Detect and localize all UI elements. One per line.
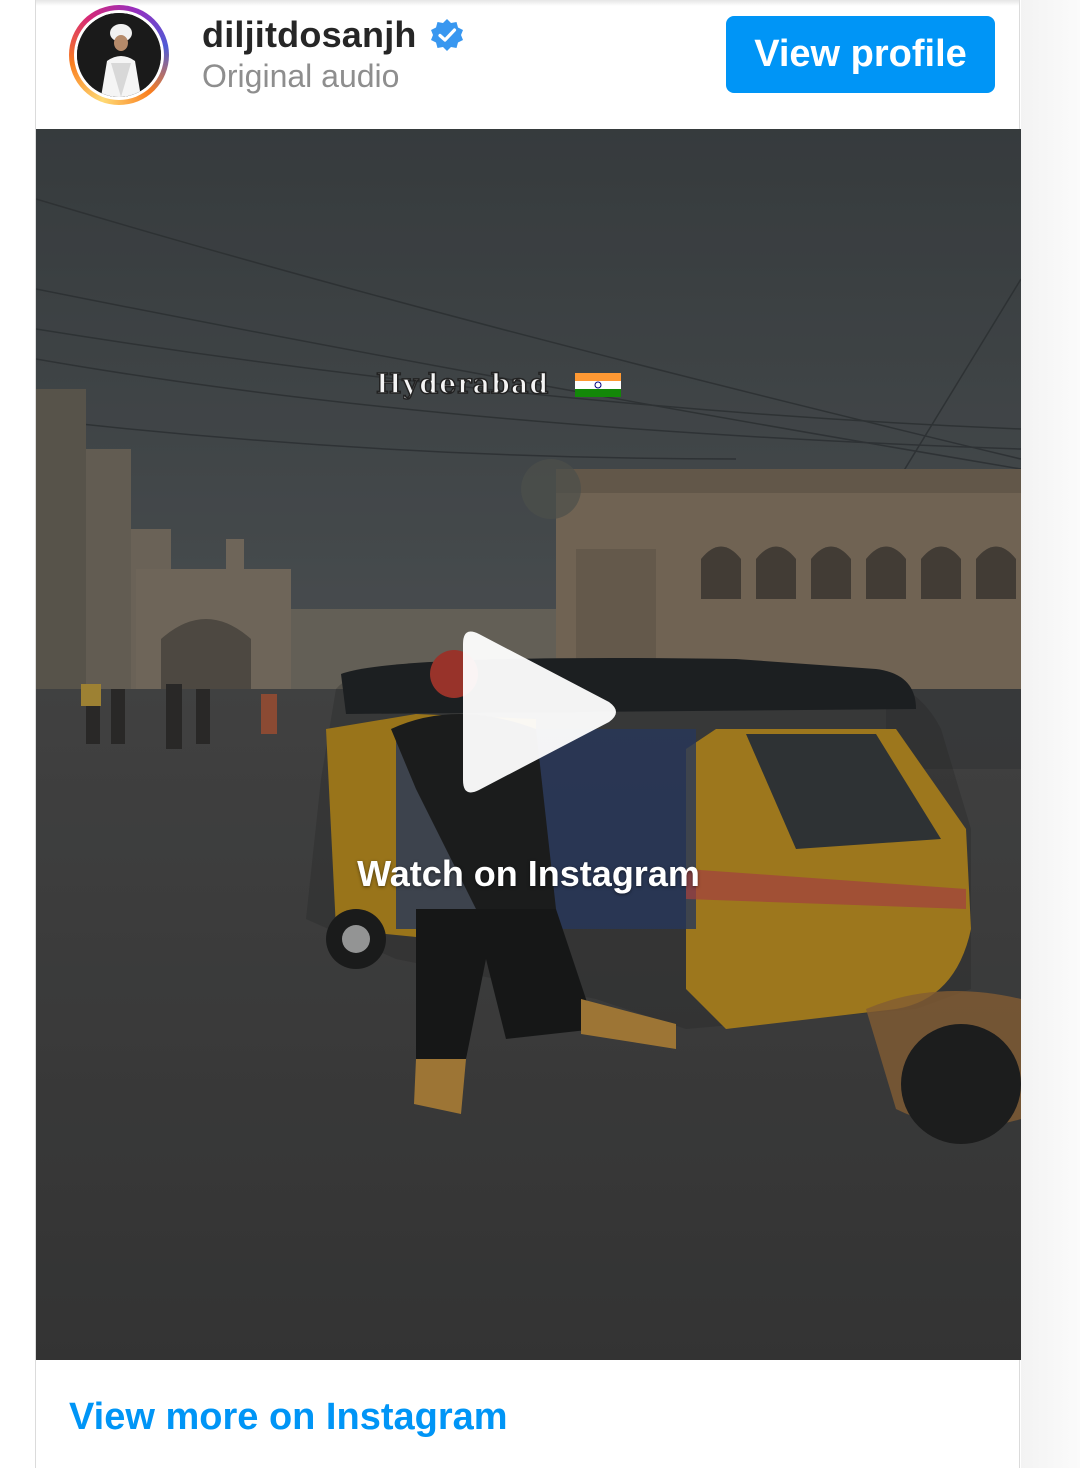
avatar-story-ring[interactable] [69,5,169,105]
page-gutter [1021,0,1080,1468]
avatar-border [74,10,164,100]
play-icon[interactable] [449,622,625,802]
avatar[interactable] [77,13,161,97]
watch-on-instagram-link[interactable]: Watch on Instagram [36,853,1021,895]
overlay-city-text: Hyderabad [375,368,550,401]
instagram-embed-page: diljitdosanjh Original audio View profil… [0,0,1080,1468]
username-row: diljitdosanjh [202,12,465,58]
video-player[interactable]: Hyderabad Watch on Instagram [36,129,1021,1360]
verified-badge-icon [429,17,465,53]
embed-header: diljitdosanjh Original audio View profil… [36,0,1021,128]
audio-subtitle[interactable]: Original audio [202,58,399,95]
india-flag-icon [575,372,622,397]
view-profile-button[interactable]: View profile [726,16,995,93]
instagram-embed-card: diljitdosanjh Original audio View profil… [35,0,1021,1468]
avatar-image [77,13,161,97]
view-more-on-instagram-link[interactable]: View more on Instagram [69,1396,508,1439]
video-overlay-label: Hyderabad [375,368,622,401]
username-link[interactable]: diljitdosanjh [202,14,417,56]
